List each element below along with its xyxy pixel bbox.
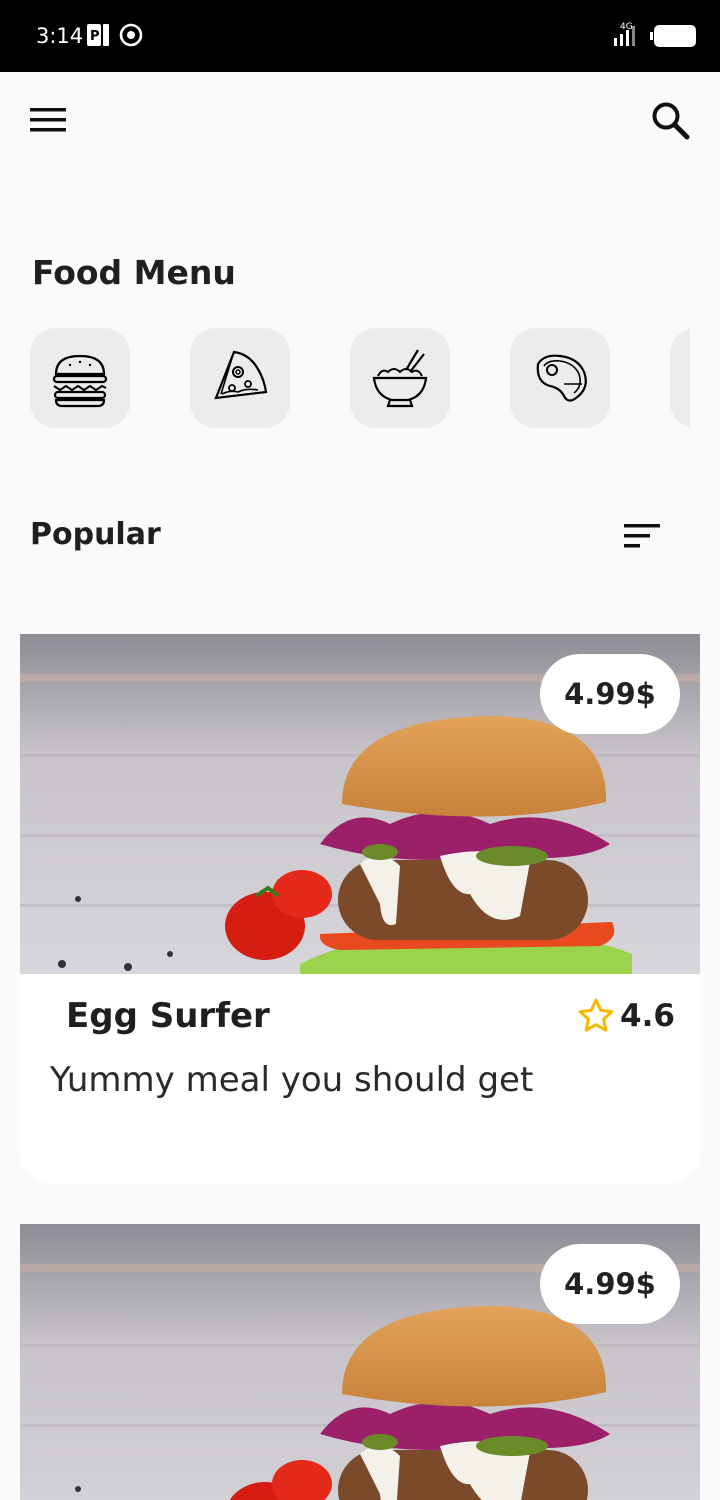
food-card[interactable]: 4.99$ Egg Surfer 4.6 Yummy meal you shou…: [20, 634, 700, 1184]
noodle-bowl-icon: [372, 349, 428, 408]
signal-icon: 4G: [614, 22, 635, 46]
food-description: Yummy meal you should get: [50, 1060, 534, 1100]
steak-icon: [536, 354, 587, 402]
category-more[interactable]: [670, 328, 690, 428]
food-name: Egg Surfer: [66, 996, 270, 1036]
sort-button[interactable]: [618, 518, 666, 554]
svg-text:P: P: [90, 29, 100, 44]
app-header: [0, 72, 720, 172]
parking-app-icon: P: [87, 24, 109, 46]
battery-icon: [650, 25, 696, 47]
category-burger[interactable]: [30, 328, 130, 428]
category-pizza[interactable]: [190, 328, 290, 428]
price-badge: 4.99$: [540, 1244, 680, 1324]
sort-icon: [624, 524, 660, 548]
category-steak[interactable]: [510, 328, 610, 428]
rating: 4.6: [576, 996, 675, 1036]
target-circle-icon: [119, 23, 143, 47]
pizza-slice-icon: [214, 350, 268, 400]
food-image: 4.99$: [20, 1224, 700, 1500]
food-card[interactable]: 4.99$: [20, 1224, 700, 1500]
burger-icon: [52, 354, 108, 408]
star-icon: [578, 998, 614, 1032]
popular-title: Popular: [30, 517, 161, 552]
menu-button[interactable]: [26, 100, 70, 140]
search-button[interactable]: [648, 98, 694, 144]
category-list: [0, 328, 690, 428]
category-noodles[interactable]: [350, 328, 450, 428]
price-badge: 4.99$: [540, 654, 680, 734]
search-icon: [652, 102, 690, 140]
hamburger-icon: [30, 108, 66, 132]
food-image: 4.99$: [20, 634, 700, 974]
status-bar: 3:14 P 4G: [0, 0, 720, 72]
rating-value: 4.6: [620, 998, 675, 1034]
status-time: 3:14: [36, 24, 84, 48]
food-menu-title: Food Menu: [32, 253, 236, 292]
